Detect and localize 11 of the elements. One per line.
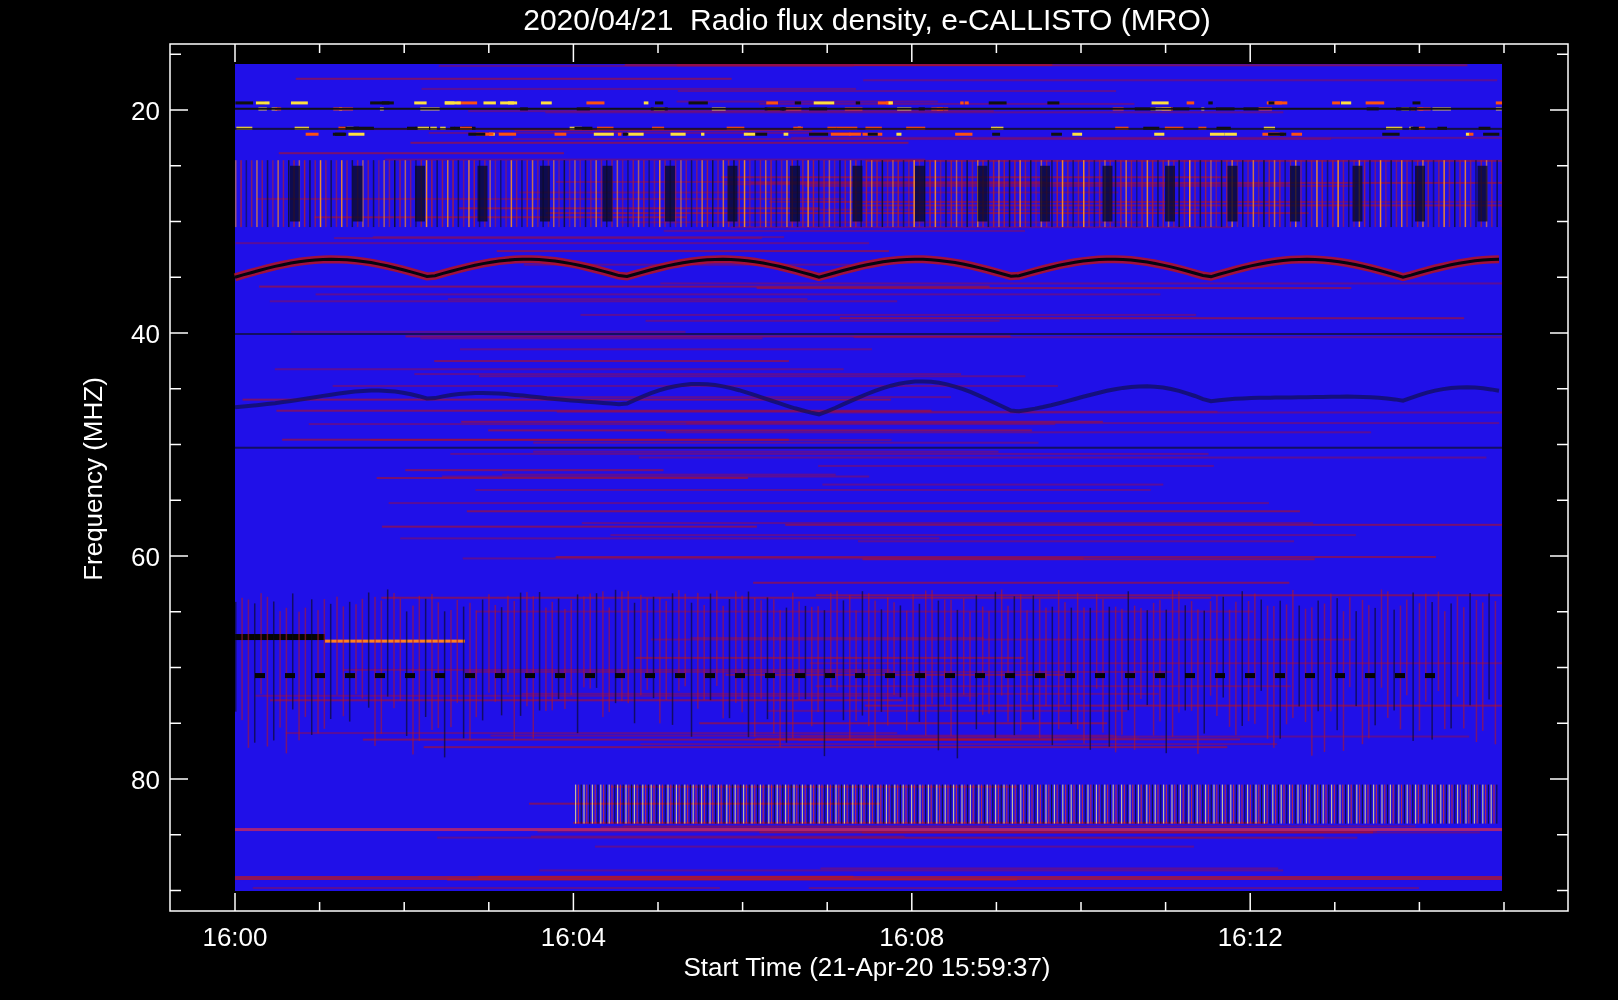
tick-label: 20 [131, 96, 160, 126]
tick-label: 80 [131, 765, 160, 795]
chart-title: 2020/04/21 Radio flux density, e-CALLISTO (MRO) [523, 3, 1211, 36]
tick-label: 16:04 [540, 922, 606, 952]
axis-label: Start Time (21-Apr-20 15:59:37) [683, 952, 1051, 982]
tick-label: 16:12 [1217, 922, 1283, 952]
tick-label: 60 [131, 542, 160, 572]
tick-label: 16:08 [879, 922, 945, 952]
tick-label: 16:00 [202, 922, 268, 952]
axis-label: Frequency (MHZ) [78, 377, 108, 581]
tick-label: 40 [131, 319, 160, 349]
